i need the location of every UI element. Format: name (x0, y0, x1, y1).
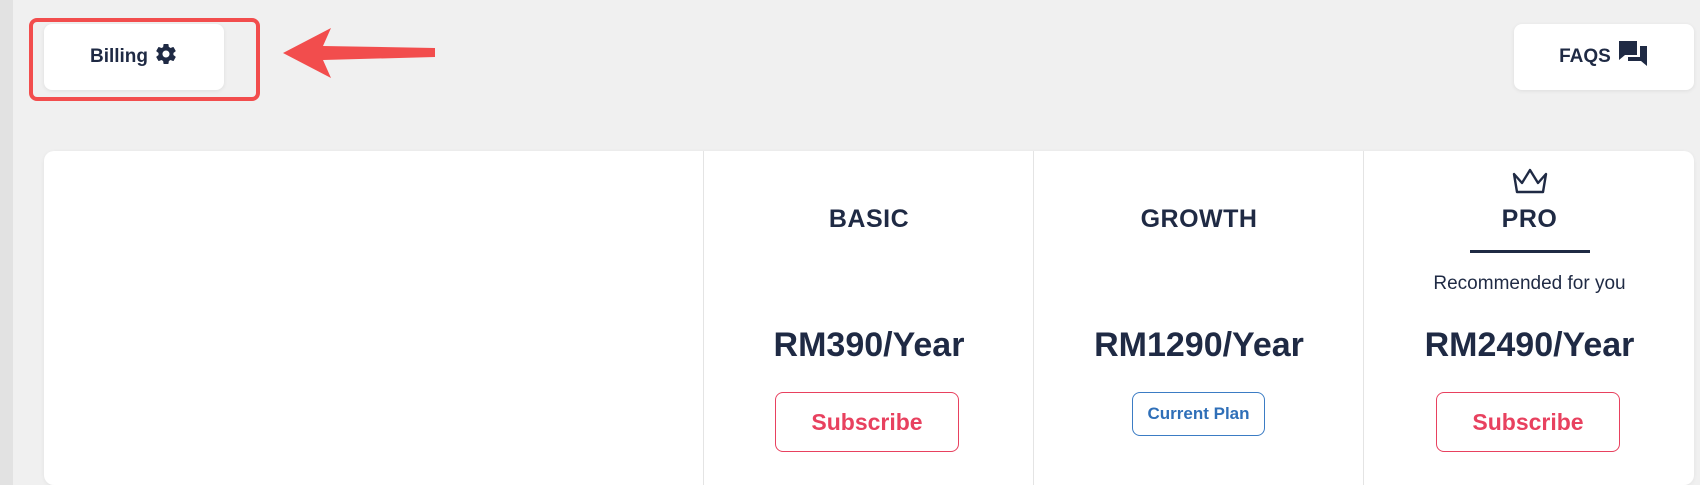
left-sidebar-edge (0, 0, 13, 485)
annotation-arrow-icon (283, 28, 435, 78)
recommended-tagline: Recommended for you (1433, 273, 1626, 294)
billing-page: Billing FAQS BASIC RM390/Year Subscribe (0, 0, 1700, 485)
plan-column-pro: PRO Recommended for you RM2490/Year Subs… (1363, 151, 1695, 485)
current-plan-button[interactable]: Current Plan (1132, 392, 1265, 436)
plan-column-basic: BASIC RM390/Year Subscribe (703, 151, 1034, 485)
plan-name: GROWTH (1140, 205, 1258, 233)
subscribe-pro-button[interactable]: Subscribe (1436, 392, 1620, 452)
faqs-label: FAQS (1559, 46, 1611, 67)
subscribe-basic-button[interactable]: Subscribe (775, 392, 959, 452)
plan-name: BASIC (828, 205, 910, 233)
plan-price: RM1290/Year (1094, 326, 1304, 364)
chat-bubbles-icon (1617, 39, 1649, 75)
annotation-highlight-box (29, 18, 260, 101)
plan-name: PRO (1501, 205, 1558, 233)
crown-icon (1510, 166, 1550, 201)
pricing-table: BASIC RM390/Year Subscribe GROWTH RM1290… (44, 151, 1694, 485)
recommended-underline (1470, 250, 1590, 253)
plan-price: RM390/Year (773, 326, 965, 364)
faqs-button[interactable]: FAQS (1514, 24, 1694, 90)
plan-price: RM2490/Year (1424, 326, 1635, 364)
plan-column-growth: GROWTH RM1290/Year Current Plan (1033, 151, 1364, 485)
